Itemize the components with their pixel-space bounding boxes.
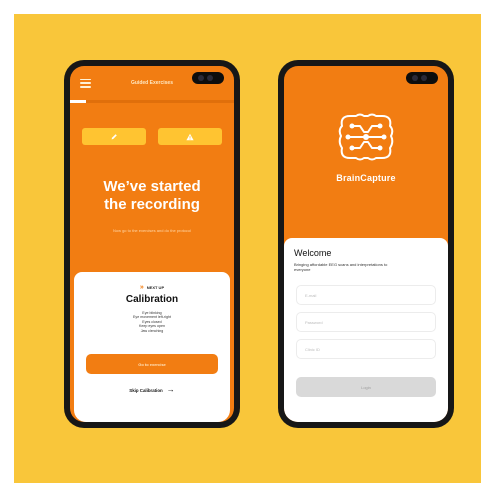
clinic-id-field[interactable] — [296, 339, 436, 359]
email-input[interactable] — [305, 292, 435, 298]
double-chevron-icon: » — [139, 284, 144, 291]
tagline: Bringing affordable EEG scans and interp… — [294, 262, 388, 272]
braincapture-logo — [284, 112, 448, 162]
password-field[interactable] — [296, 312, 436, 332]
recording-screen: Guided Exercises We’ve started the recor… — [70, 66, 234, 422]
welcome-heading: Welcome — [294, 248, 332, 258]
skip-calibration-link[interactable]: Skip Calibration → — [74, 386, 230, 394]
login-screen: BrainCapture Welcome Bringing affordable… — [284, 66, 448, 422]
phone-recording-screen: Guided Exercises We’ve started the recor… — [64, 60, 240, 428]
next-up-header: » NEXT UP — [74, 284, 230, 291]
skip-calibration-label: Skip Calibration — [129, 387, 163, 393]
progress-fill — [70, 100, 87, 103]
login-button[interactable]: Login — [296, 377, 436, 397]
step-item: Jaw clenching — [140, 328, 164, 333]
arrow-right-icon: → — [166, 385, 175, 394]
warning-button[interactable] — [158, 128, 222, 145]
phone-login-screen: BrainCapture Welcome Bringing affordable… — [278, 60, 454, 428]
exercise-steps: Eye blinking Eye movement left-right Eye… — [74, 311, 230, 333]
pencil-icon — [111, 133, 117, 139]
email-field[interactable] — [296, 285, 436, 305]
recording-subtext: Now go to the exercises and do the proto… — [112, 228, 192, 233]
progress-bar — [70, 100, 234, 103]
camera-cutout — [406, 72, 438, 84]
exercise-title: Calibration — [125, 294, 179, 305]
camera-cutout — [192, 72, 224, 84]
login-panel: Welcome Bringing affordable EEG scans an… — [284, 238, 448, 422]
recording-headline: We’ve started the recording — [70, 178, 234, 214]
brand-name: BrainCapture — [336, 173, 396, 183]
warning-icon — [186, 133, 194, 140]
next-up-label: NEXT UP — [146, 285, 165, 290]
go-to-exercise-button[interactable]: Go to exercise — [86, 354, 218, 374]
action-buttons-row — [82, 128, 222, 145]
headline-line-1: We’ve started — [103, 178, 201, 195]
headline-line-2: the recording — [104, 196, 200, 213]
clinic-id-input[interactable] — [305, 346, 435, 352]
brain-circuit-icon — [338, 113, 394, 161]
next-up-card: » NEXT UP Calibration Eye blinking Eye m… — [74, 272, 230, 422]
password-input[interactable] — [305, 319, 435, 325]
edit-button[interactable] — [82, 128, 146, 145]
